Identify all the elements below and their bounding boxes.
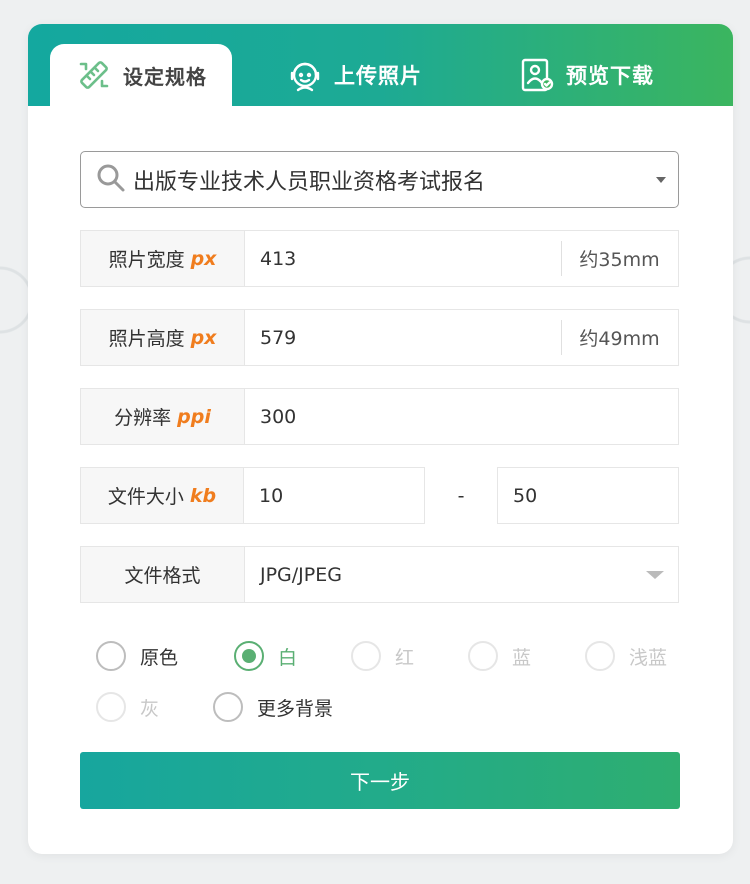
bg-option-red: 红 (351, 641, 414, 671)
filesize-min-input[interactable]: 10 (244, 467, 425, 524)
tab-preview-download[interactable]: 预览下载 (476, 44, 696, 106)
height-approx: 约49mm (561, 310, 678, 365)
format-select[interactable]: JPG/JPEG (245, 547, 678, 602)
bg-option-label: 红 (395, 646, 415, 669)
bg-option-label: 白 (278, 646, 298, 669)
dropdown-arrow-icon (656, 177, 666, 183)
tab-set-spec[interactable]: 设定规格 (50, 44, 232, 106)
format-label: 文件格式 (81, 547, 245, 602)
height-label: 照片高度 px (81, 310, 245, 365)
resolution-unit-tag: ppi (177, 405, 211, 428)
width-unit-tag: px (190, 247, 217, 270)
bg-option-label: 更多背景 (257, 697, 334, 720)
exam-select[interactable]: 出版专业技术人员职业资格考试报名 (80, 151, 679, 208)
bg-option-label: 蓝 (512, 646, 532, 669)
bg-option-blue: 蓝 (468, 641, 531, 671)
spec-form: 出版专业技术人员职业资格考试报名 照片宽度 px 413 约35mm 照片高度 … (80, 151, 679, 603)
exam-select-value: 出版专业技术人员职业资格考试报名 (133, 169, 486, 195)
width-label-text: 照片宽度 (108, 249, 185, 271)
bg-option-more[interactable]: 更多背景 (213, 692, 333, 722)
radio-circle (351, 641, 381, 671)
tab-label: 上传照片 (334, 64, 422, 88)
height-row: 照片高度 px 579 约49mm (80, 309, 679, 366)
filesize-max-input[interactable]: 50 (497, 467, 679, 524)
radio-circle (213, 692, 243, 722)
resolution-label-text: 分辨率 (114, 407, 172, 429)
search-icon (95, 162, 127, 198)
radio-circle (234, 641, 264, 671)
bg-option-label: 浅蓝 (629, 646, 668, 669)
dropdown-arrow-icon (646, 571, 664, 579)
height-input[interactable]: 579 (245, 310, 561, 365)
width-approx: 约35mm (561, 231, 678, 286)
radio-circle (96, 692, 126, 722)
person-headset-icon (286, 56, 324, 94)
height-label-text: 照片高度 (108, 328, 185, 350)
step-tabs: 设定规格 上传照片 预览下载 (28, 24, 733, 106)
format-select-value: JPG/JPEG (260, 563, 342, 586)
bg-option-label: 灰 (140, 697, 160, 720)
resolution-row: 分辨率 ppi 300 (80, 388, 679, 445)
bg-option-white[interactable]: 白 (234, 641, 297, 671)
radio-circle (585, 641, 615, 671)
width-label: 照片宽度 px (81, 231, 245, 286)
width-input[interactable]: 413 (245, 231, 561, 286)
filesize-label-text: 文件大小 (107, 486, 184, 508)
portrait-check-icon (518, 56, 556, 94)
bg-option-label: 原色 (140, 646, 179, 669)
filesize-separator: - (457, 484, 465, 507)
bg-option-gray: 灰 (96, 692, 159, 722)
filesize-label: 文件大小 kb (80, 467, 244, 524)
resolution-input[interactable]: 300 (245, 389, 678, 444)
tab-upload-photo[interactable]: 上传照片 (232, 44, 476, 106)
tab-label: 预览下载 (566, 64, 654, 88)
bg-option-light-blue: 浅蓝 (585, 641, 667, 671)
resolution-label: 分辨率 ppi (81, 389, 245, 444)
radio-circle (468, 641, 498, 671)
next-step-button[interactable]: 下一步 (80, 752, 680, 809)
ruler-pencil-icon (75, 56, 113, 94)
bg-option-original[interactable]: 原色 (96, 641, 178, 671)
tab-label: 设定规格 (123, 64, 207, 89)
filesize-row: 文件大小 kb 10 - 50 (80, 467, 679, 524)
filesize-unit-tag: kb (189, 484, 217, 507)
width-row: 照片宽度 px 413 约35mm (80, 230, 679, 287)
height-unit-tag: px (190, 326, 217, 349)
format-row: 文件格式 JPG/JPEG (80, 546, 679, 603)
radio-circle (96, 641, 126, 671)
